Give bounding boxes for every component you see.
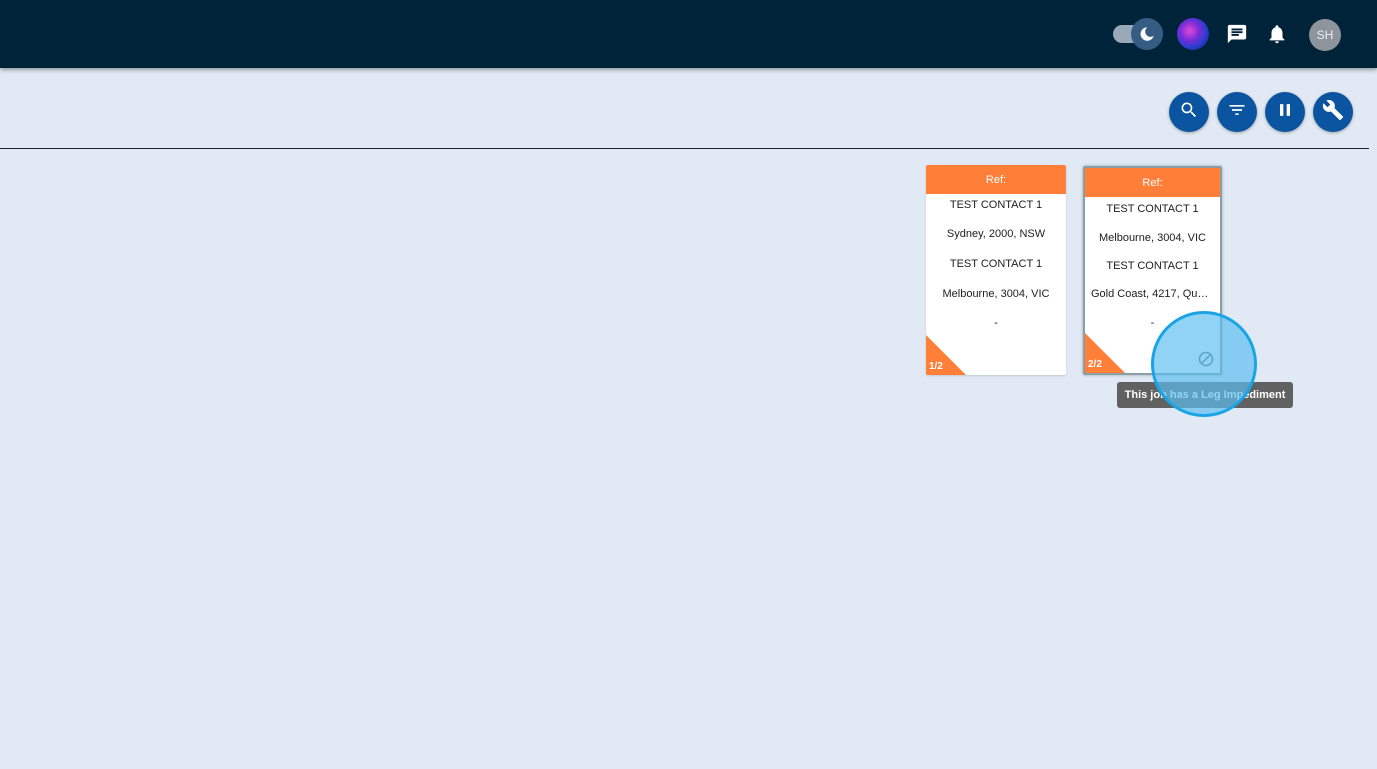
job-card-1[interactable]: Ref: TEST CONTACT 1 Sydney, 2000, NSW TE… <box>926 165 1066 375</box>
job-ref: Ref: <box>1085 168 1220 197</box>
pause-icon <box>1275 100 1295 125</box>
wrench-icon <box>1322 99 1344 126</box>
app-logo-icon[interactable] <box>1177 18 1209 50</box>
pickup-contact: TEST CONTACT 1 <box>949 199 1043 211</box>
bell-icon[interactable] <box>1265 22 1289 46</box>
filter-button[interactable] <box>1217 92 1257 132</box>
job-ref: Ref: <box>926 165 1066 194</box>
leg-counter: 1/2 <box>929 361 943 372</box>
job-extra: - <box>994 317 998 329</box>
click-indicator <box>1151 311 1257 417</box>
pause-button[interactable] <box>1265 92 1305 132</box>
delivery-location: Melbourne, 3004, VIC <box>942 288 1050 300</box>
pickup-contact: TEST CONTACT 1 <box>1106 203 1199 215</box>
search-icon <box>1179 100 1199 125</box>
delivery-location: Gold Coast, 4217, Queensland <box>1091 288 1220 300</box>
settings-button[interactable] <box>1313 92 1353 132</box>
delivery-contact: TEST CONTACT 1 <box>1106 260 1199 272</box>
pickup-location: Melbourne, 3004, VIC <box>1098 232 1206 244</box>
chat-icon[interactable] <box>1225 22 1249 46</box>
moon-icon <box>1131 18 1163 50</box>
theme-toggle[interactable] <box>1113 18 1163 50</box>
pickup-location: Sydney, 2000, NSW <box>946 228 1046 240</box>
filter-icon <box>1227 100 1247 125</box>
user-avatar[interactable]: SH <box>1309 19 1341 51</box>
leg-counter: 2/2 <box>1088 359 1102 370</box>
delivery-contact: TEST CONTACT 1 <box>949 258 1043 270</box>
search-button[interactable] <box>1169 92 1209 132</box>
section-divider <box>0 148 1369 149</box>
top-bar: SH <box>0 0 1377 68</box>
